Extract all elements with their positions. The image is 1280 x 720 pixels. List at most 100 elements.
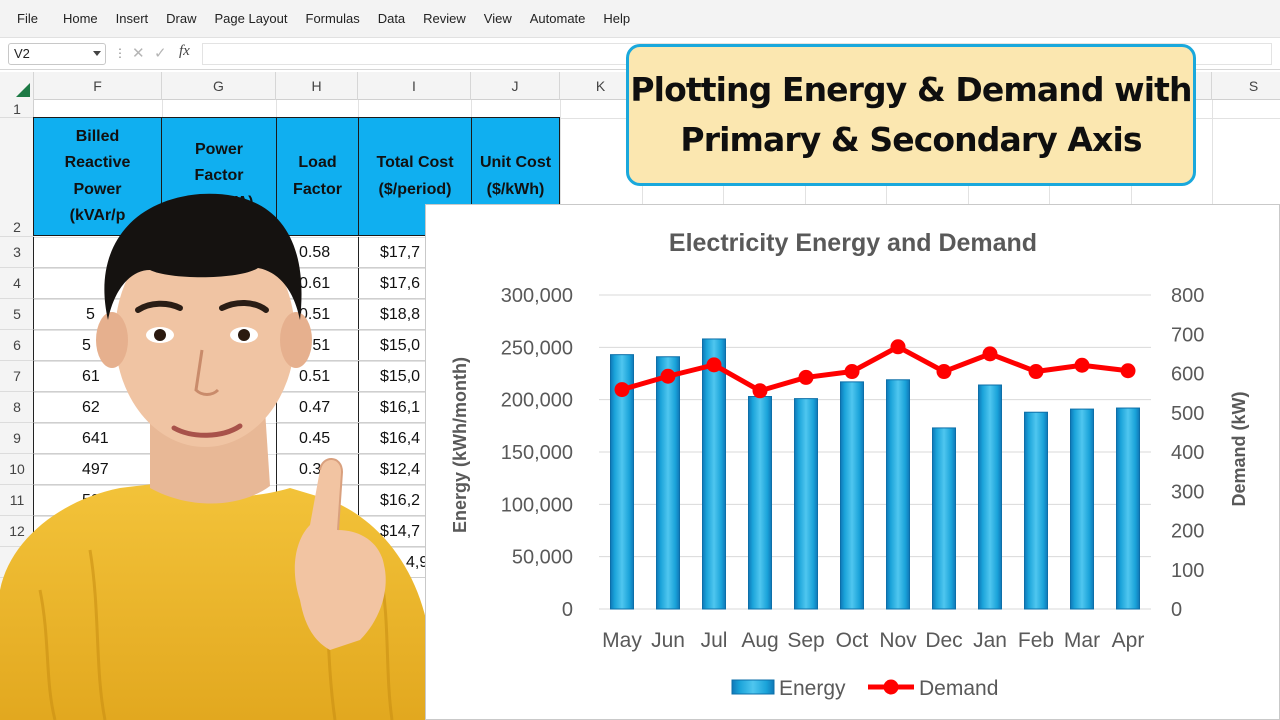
demand-line	[621, 344, 1129, 394]
x-tick-label: Jul	[701, 629, 728, 652]
cancel-icon[interactable]: ✕	[132, 44, 145, 62]
menu-formulas[interactable]: Formulas	[297, 0, 369, 38]
y2-tick-label: 100	[1171, 560, 1204, 582]
energy-bar	[886, 379, 910, 610]
chart-gridlines	[599, 294, 1151, 610]
select-all-triangle-icon	[16, 83, 30, 97]
y-tick-label: 300,000	[501, 285, 573, 307]
x-tick-label: Apr	[1112, 629, 1145, 652]
demand-line-series	[614, 339, 1136, 399]
energy-bar	[1116, 407, 1140, 610]
chart-legend: Energy Demand	[731, 677, 998, 700]
x-tick-label: May	[602, 629, 642, 652]
ear-left-shape	[96, 312, 128, 368]
energy-bar	[794, 398, 818, 610]
more-options-icon[interactable]: ⋮	[114, 46, 126, 60]
demand-point	[1028, 364, 1044, 380]
y2-tick-label: 700	[1171, 324, 1204, 346]
menu-help[interactable]: Help	[594, 0, 639, 38]
demand-point	[706, 357, 722, 373]
column-header-h[interactable]: H	[276, 72, 358, 100]
demand-point	[798, 369, 814, 385]
demand-point	[660, 368, 676, 384]
table-header-label: Unit Cost ($/kWh)	[479, 154, 552, 198]
energy-bars	[610, 338, 1140, 610]
menu-file[interactable]: File	[8, 0, 47, 38]
title-line-1: Plotting Energy & Demand with	[630, 70, 1192, 109]
chevron-down-icon[interactable]	[93, 51, 101, 56]
name-box-value: V2	[14, 46, 30, 61]
energy-bar	[840, 381, 864, 610]
ear-right-shape	[280, 312, 312, 368]
combo-chart[interactable]: Electricity Energy and Demand 0 50,000 100…	[426, 205, 1280, 720]
legend-demand-label: Demand	[919, 677, 998, 700]
energy-bar	[656, 356, 680, 610]
ribbon-menu-bar: File Home Insert Draw Page Layout Formul…	[0, 0, 1280, 38]
column-header-i[interactable]: I	[358, 72, 471, 100]
menu-draw[interactable]: Draw	[157, 0, 205, 38]
demand-point	[752, 383, 768, 399]
x-tick-label: Mar	[1064, 629, 1100, 652]
menu-automate[interactable]: Automate	[521, 0, 595, 38]
y-tick-label: 250,000	[501, 337, 573, 359]
x-tick-label: Jan	[973, 629, 1007, 652]
chart-title: Electricity Energy and Demand	[669, 229, 1037, 257]
legend-energy-label: Energy	[779, 677, 846, 700]
demand-point	[844, 364, 860, 380]
demand-point	[1074, 357, 1090, 373]
column-header-f[interactable]: F	[34, 72, 162, 100]
x-tick-label: Oct	[836, 629, 869, 652]
menu-data[interactable]: Data	[369, 0, 414, 38]
y2-axis-ticks: 0 100 200 300 400 500 600 700 800	[1171, 285, 1204, 621]
select-all-button[interactable]	[0, 72, 34, 100]
y-tick-label: 0	[562, 599, 573, 621]
name-box[interactable]: V2	[8, 43, 106, 65]
column-header-j[interactable]: J	[471, 72, 560, 100]
demand-point	[890, 339, 906, 355]
title-callout: Plotting Energy & Demand with Primary & …	[626, 44, 1196, 186]
pupil-left-shape	[154, 329, 166, 341]
y-tick-label: 100,000	[501, 494, 573, 516]
y-tick-label: 50,000	[512, 547, 573, 569]
legend-demand-marker	[883, 679, 899, 695]
y2-tick-label: 200	[1171, 521, 1204, 543]
energy-bar	[1070, 408, 1094, 610]
y-axis-ticks: 0 50,000 100,000 150,000 200,000 250,000 300,0…	[501, 285, 573, 621]
menu-review[interactable]: Review	[414, 0, 475, 38]
menu-insert[interactable]: Insert	[107, 0, 158, 38]
menu-home[interactable]: Home	[47, 0, 107, 38]
x-tick-label: Nov	[879, 629, 917, 652]
energy-bar	[702, 338, 726, 610]
x-tick-label: Feb	[1018, 629, 1054, 652]
demand-point	[936, 364, 952, 380]
insert-function-icon[interactable]: fx	[179, 43, 190, 60]
enter-check-icon[interactable]: ✓	[154, 44, 167, 62]
demand-point	[1120, 363, 1136, 379]
y2-tick-label: 0	[1171, 599, 1182, 621]
energy-bar	[748, 396, 772, 610]
x-tick-label: Dec	[925, 629, 962, 652]
demand-point	[614, 382, 630, 398]
pupil-right-shape	[238, 329, 250, 341]
title-line-2: Primary & Secondary Axis	[680, 120, 1142, 159]
column-header-g[interactable]: G	[162, 72, 276, 100]
column-header-s[interactable]: S	[1212, 72, 1280, 100]
energy-bar	[978, 384, 1002, 610]
row-header-1[interactable]: 1	[0, 100, 34, 118]
x-tick-label: Jun	[651, 629, 685, 652]
y-tick-label: 200,000	[501, 390, 573, 412]
menu-page-layout[interactable]: Page Layout	[206, 0, 297, 38]
x-axis-ticks: May Jun Jul Aug Sep Oct Nov Dec Jan Feb Mar Apr	[602, 629, 1144, 652]
energy-bar	[1024, 411, 1048, 610]
y-tick-label: 150,000	[501, 442, 573, 464]
y2-tick-label: 300	[1171, 481, 1204, 503]
energy-bar	[932, 427, 956, 610]
y2-tick-label: 500	[1171, 403, 1204, 425]
y2-tick-label: 800	[1171, 285, 1204, 307]
excel-window: File Home Insert Draw Page Layout Formul…	[0, 0, 1280, 720]
legend-energy-swatch	[731, 679, 775, 695]
menu-view[interactable]: View	[475, 0, 521, 38]
x-tick-label: Aug	[741, 629, 778, 652]
presenter-photo	[0, 193, 430, 720]
chart-panel[interactable]: Electricity Energy and Demand 0 50,000 100…	[425, 204, 1280, 720]
